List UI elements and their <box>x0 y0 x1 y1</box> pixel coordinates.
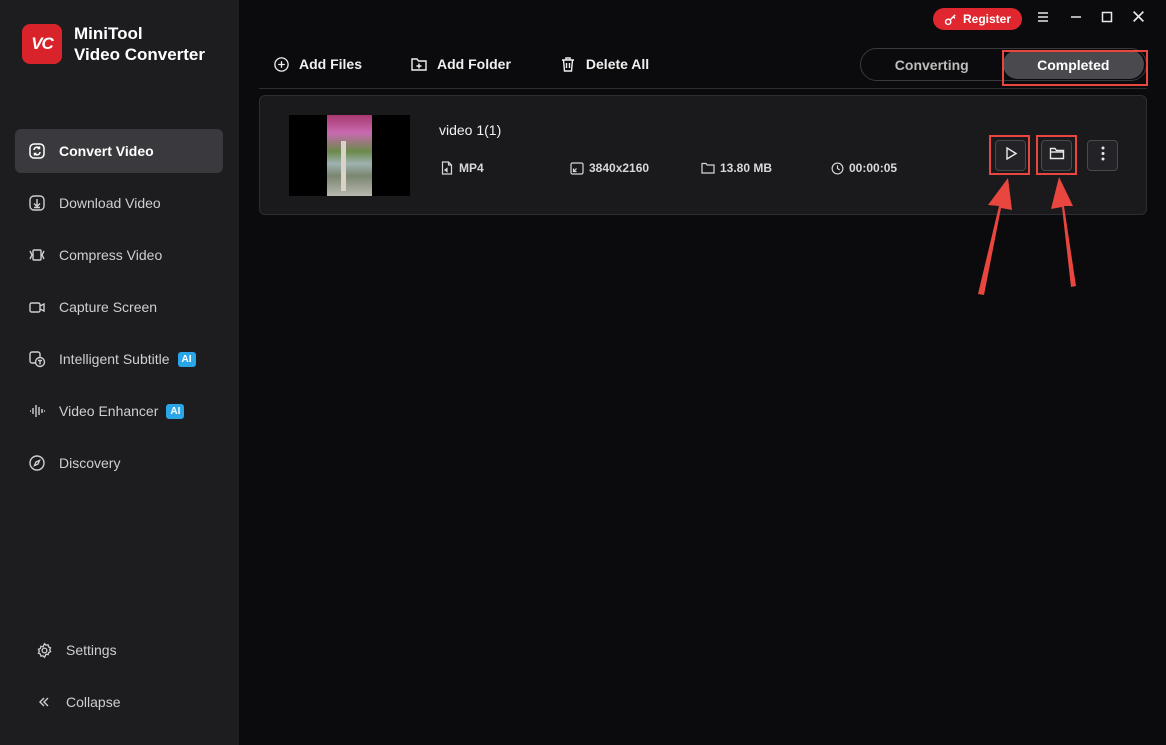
app-window: VC MiniTool Video Converter Convert Vide… <box>0 0 1166 745</box>
waveform-icon <box>27 401 47 421</box>
resolution-value: 3840x2160 <box>589 161 650 175</box>
brand: VC MiniTool Video Converter <box>22 23 205 65</box>
gear-icon <box>34 640 54 660</box>
close-icon <box>1132 10 1145 28</box>
tab-converting[interactable]: Converting <box>861 50 1003 79</box>
ai-badge: AI <box>166 403 185 419</box>
delete-all-label: Delete All <box>585 56 650 72</box>
app-logo: VC <box>22 24 62 64</box>
compass-icon <box>27 453 47 473</box>
menu-button[interactable] <box>1034 10 1052 28</box>
format-value: MP4 <box>459 161 484 175</box>
register-button[interactable]: Register <box>933 8 1022 30</box>
sidebar-item-video-enhancer[interactable]: Video Enhancer AI <box>15 389 223 433</box>
add-files-label: Add Files <box>299 56 363 72</box>
resolution-icon <box>570 161 584 175</box>
sidebar-item-label: Video Enhancer <box>59 403 159 419</box>
sidebar-nav: Convert Video Download Video Compress Vi… <box>15 129 223 493</box>
app-name-line1: MiniTool <box>74 24 143 43</box>
thumbnail-image <box>327 115 372 196</box>
sidebar-item-download-video[interactable]: Download Video <box>15 181 223 225</box>
settings-button[interactable]: Settings <box>22 628 222 672</box>
file-title: video 1(1) <box>439 122 502 138</box>
add-folder-label: Add Folder <box>437 56 511 72</box>
settings-label: Settings <box>66 642 117 658</box>
minimize-icon <box>1070 10 1082 28</box>
key-icon <box>944 13 957 26</box>
folder-button-highlight <box>1036 135 1077 175</box>
sidebar-item-label: Convert Video <box>59 143 154 159</box>
app-name-line2: Video Converter <box>74 45 206 64</box>
add-files-button[interactable]: Add Files <box>272 55 362 73</box>
collapse-label: Collapse <box>66 694 121 710</box>
download-icon <box>27 193 47 213</box>
add-folder-icon <box>410 55 428 73</box>
completed-tab-highlight <box>1002 50 1148 86</box>
vertical-dots-icon <box>1101 146 1105 166</box>
size-value: 13.80 MB <box>720 161 773 175</box>
hamburger-icon <box>1036 10 1050 28</box>
collapse-button[interactable]: Collapse <box>22 680 222 724</box>
sidebar-item-label: Discovery <box>59 455 121 471</box>
add-folder-button[interactable]: Add Folder <box>410 55 511 73</box>
file-duration: 00:00:05 <box>830 161 897 175</box>
minimize-button[interactable] <box>1067 10 1085 28</box>
ai-badge: AI <box>177 351 196 367</box>
more-options-button[interactable] <box>1087 140 1118 171</box>
maximize-button[interactable] <box>1098 10 1116 28</box>
file-resolution: 3840x2160 <box>570 161 649 175</box>
duration-value: 00:00:05 <box>849 161 898 175</box>
app-name: MiniTool Video Converter <box>74 23 205 65</box>
thumbnail-detail <box>341 141 346 191</box>
delete-all-button[interactable]: Delete All <box>559 55 649 73</box>
sidebar-item-intelligent-subtitle[interactable]: Intelligent Subtitle AI <box>15 337 223 381</box>
sidebar-item-capture-screen[interactable]: Capture Screen <box>15 285 223 329</box>
sidebar-bottom: Settings Collapse <box>22 628 222 732</box>
file-format: MP4 <box>440 161 484 175</box>
toolbar: Add Files Add Folder Delete All <box>272 55 697 73</box>
close-button[interactable] <box>1129 10 1147 28</box>
trash-icon <box>559 55 577 73</box>
sidebar-item-label: Download Video <box>59 195 161 211</box>
video-thumbnail[interactable] <box>289 115 410 196</box>
register-label: Register <box>962 12 1012 26</box>
sidebar-item-discovery[interactable]: Discovery <box>15 441 223 485</box>
sidebar-item-label: Compress Video <box>59 247 163 263</box>
convert-icon <box>27 141 47 161</box>
add-circle-icon <box>272 55 290 73</box>
subtitle-icon <box>27 349 47 369</box>
compress-icon <box>27 245 47 265</box>
camera-icon <box>27 297 47 317</box>
double-chevron-left-icon <box>34 692 54 712</box>
folder-icon <box>701 161 715 175</box>
sidebar-item-compress-video[interactable]: Compress Video <box>15 233 223 277</box>
sidebar: VC MiniTool Video Converter Convert Vide… <box>0 0 239 745</box>
sidebar-item-label: Intelligent Subtitle <box>59 351 170 367</box>
clock-icon <box>830 161 844 175</box>
maximize-icon <box>1101 10 1113 28</box>
sidebar-item-label: Capture Screen <box>59 299 158 315</box>
sidebar-item-convert-video[interactable]: Convert Video <box>15 129 223 173</box>
file-icon <box>440 161 454 175</box>
toolbar-divider <box>259 88 1147 89</box>
play-button-highlight <box>989 135 1030 175</box>
file-size: 13.80 MB <box>701 161 772 175</box>
